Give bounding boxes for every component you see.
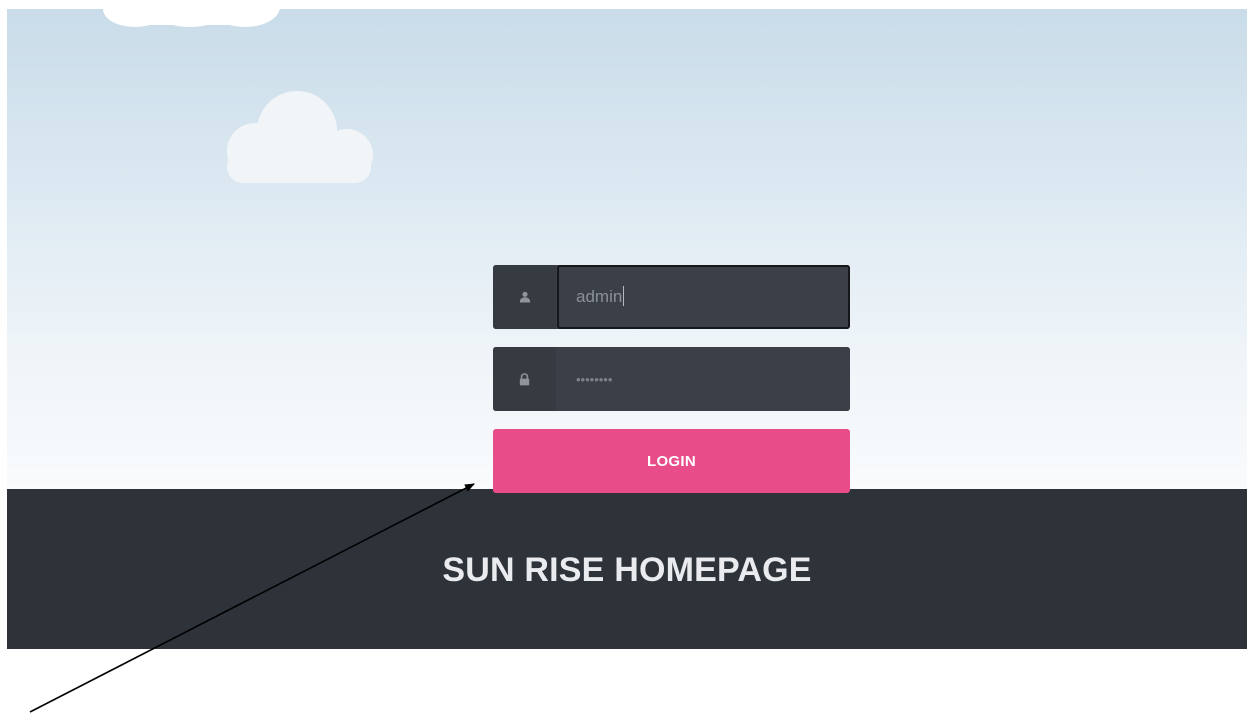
password-icon-box (493, 347, 556, 411)
login-page: SUN RISE HOMEPAGE admin •••••••• LOGIN (7, 9, 1247, 649)
site-title: SUN RISE HOMEPAGE (442, 551, 812, 589)
password-input[interactable]: •••••••• (557, 347, 850, 411)
lock-icon (519, 372, 530, 385)
sky-background (7, 9, 1247, 489)
text-cursor (623, 286, 625, 306)
username-input[interactable]: admin (557, 265, 850, 329)
password-field-group: •••••••• (493, 347, 850, 411)
password-value: •••••••• (576, 372, 613, 387)
username-field-group: admin (493, 265, 850, 329)
username-icon-box (493, 265, 556, 329)
cloud-middle (227, 91, 373, 183)
login-button[interactable]: LOGIN (493, 429, 850, 493)
username-value: admin (576, 287, 623, 306)
user-icon (519, 291, 530, 303)
cloud-top (103, 9, 280, 27)
